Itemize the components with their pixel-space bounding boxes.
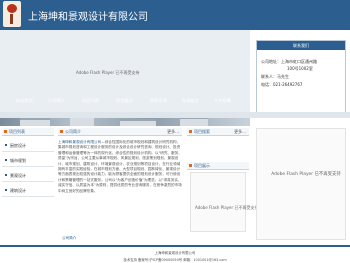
square-bullet-icon [5,144,7,146]
sidebar-item-label: 厨房设计 [10,143,26,148]
sidebar-item-landscape[interactable]: 景观设计 [2,170,54,182]
sidebar-item-label: 城市规划 [10,158,26,163]
nav-item-project-show[interactable]: 项目展示 [116,96,133,106]
project-search-more-link[interactable]: 更多... [234,129,246,135]
sidebar-item-architecture[interactable]: 建筑设计 [2,185,54,197]
bullet-icon [189,164,192,167]
project-search-header: 项目搜索 更多... [187,128,249,136]
sidebar-title: 项目列表 [9,129,25,134]
main-nav: 网站首页 公司简介 项目列表 项目展示 资质证书 在线留言 人才招聘 [0,96,250,106]
nav-item-jobs[interactable]: 人才招聘 [214,96,231,106]
flash-unsupported-text: Adobe Flash Player 已不再受支持 [195,205,259,210]
contact-person: 联系人：马先生 [261,74,289,79]
section-divider [0,112,350,118]
project-showcase-flash: Adobe Flash Player 已不再受支持 [190,172,258,232]
contact-address-cont: 100号1002室 [287,66,313,71]
footer-company: 上海坤和景观设计有限公司 [154,251,196,255]
site-footer: 上海坤和景观设计有限公司 技术支持 备案号:沪ICP备09000050号 邮箱：… [0,245,350,263]
bullet-icon [4,130,7,133]
nav-item-home[interactable]: 网站首页 [16,96,33,106]
about-more-link[interactable]: 更多... [167,129,179,135]
project-showcase-title: 项目展示 [194,163,210,168]
site-header: 上海坤和景观设计有限公司 [0,0,350,30]
about-title: 公司简介 [65,129,81,134]
nav-item-about[interactable]: 公司简介 [48,96,65,106]
bullet-icon [189,130,192,133]
flash-unsupported-text: Adobe Flash Player 已不再受支持 [76,70,140,75]
square-bullet-icon [5,159,7,161]
footer-icp: 技术支持 备案号:沪ICP备09000050号 邮箱：1001001@163.c… [123,258,227,262]
contact-box: 联系我们 公司地址：上海市虹口区通州路 100号1002室 联系人：马先生 电话… [256,40,346,118]
nav-item-certificates[interactable]: 资质证书 [150,96,167,106]
contact-address: 公司地址：上海市虹口区通州路 [261,59,317,64]
sidebar-item-label: 建筑设计 [10,188,26,193]
about-link[interactable]: 公司简介 [62,236,76,241]
sidebar-header: 项目列表 [2,128,54,136]
bullet-icon [60,130,63,133]
company-logo[interactable] [3,1,21,27]
contact-title: 联系我们 [257,41,345,50]
nav-item-project-list[interactable]: 项目列表 [82,96,99,106]
sidebar-item-kitchen[interactable]: 厨房设计 [2,140,54,152]
about-company-name: 上海坤和景观设计有限公司 [58,140,102,144]
contact-phone: 电话：021-26492767 [261,82,303,87]
logo-brush-icon [10,14,13,24]
about-header: 公司简介 更多... [58,128,182,136]
square-bullet-icon [5,189,7,191]
nav-item-message[interactable]: 在线留言 [182,96,199,106]
logo-seal-icon [7,4,17,13]
sidebar-item-urban[interactable]: 城市规划 [2,155,54,167]
company-name: 上海坤和景观设计有限公司 [28,12,148,23]
about-text: 上海坤和景观设计有限公司—综合性国际化的城市规划和建筑设计研究机构，集城市规划咨… [58,140,182,235]
square-bullet-icon [5,174,7,176]
sidebar-item-label: 景观设计 [10,173,26,178]
project-search-title: 项目搜索 [194,129,210,134]
project-showcase-header: 项目展示 [187,162,249,170]
right-flash: Adobe Flash Player 已不再受支持 [256,128,346,240]
flash-unsupported-text: Adobe Flash Player 已不再受支持 [271,172,341,177]
about-body: —综合性国际化的城市规划和建筑设计研究机构，集城市规划咨询和工程设计服务的设计及… [58,140,182,193]
